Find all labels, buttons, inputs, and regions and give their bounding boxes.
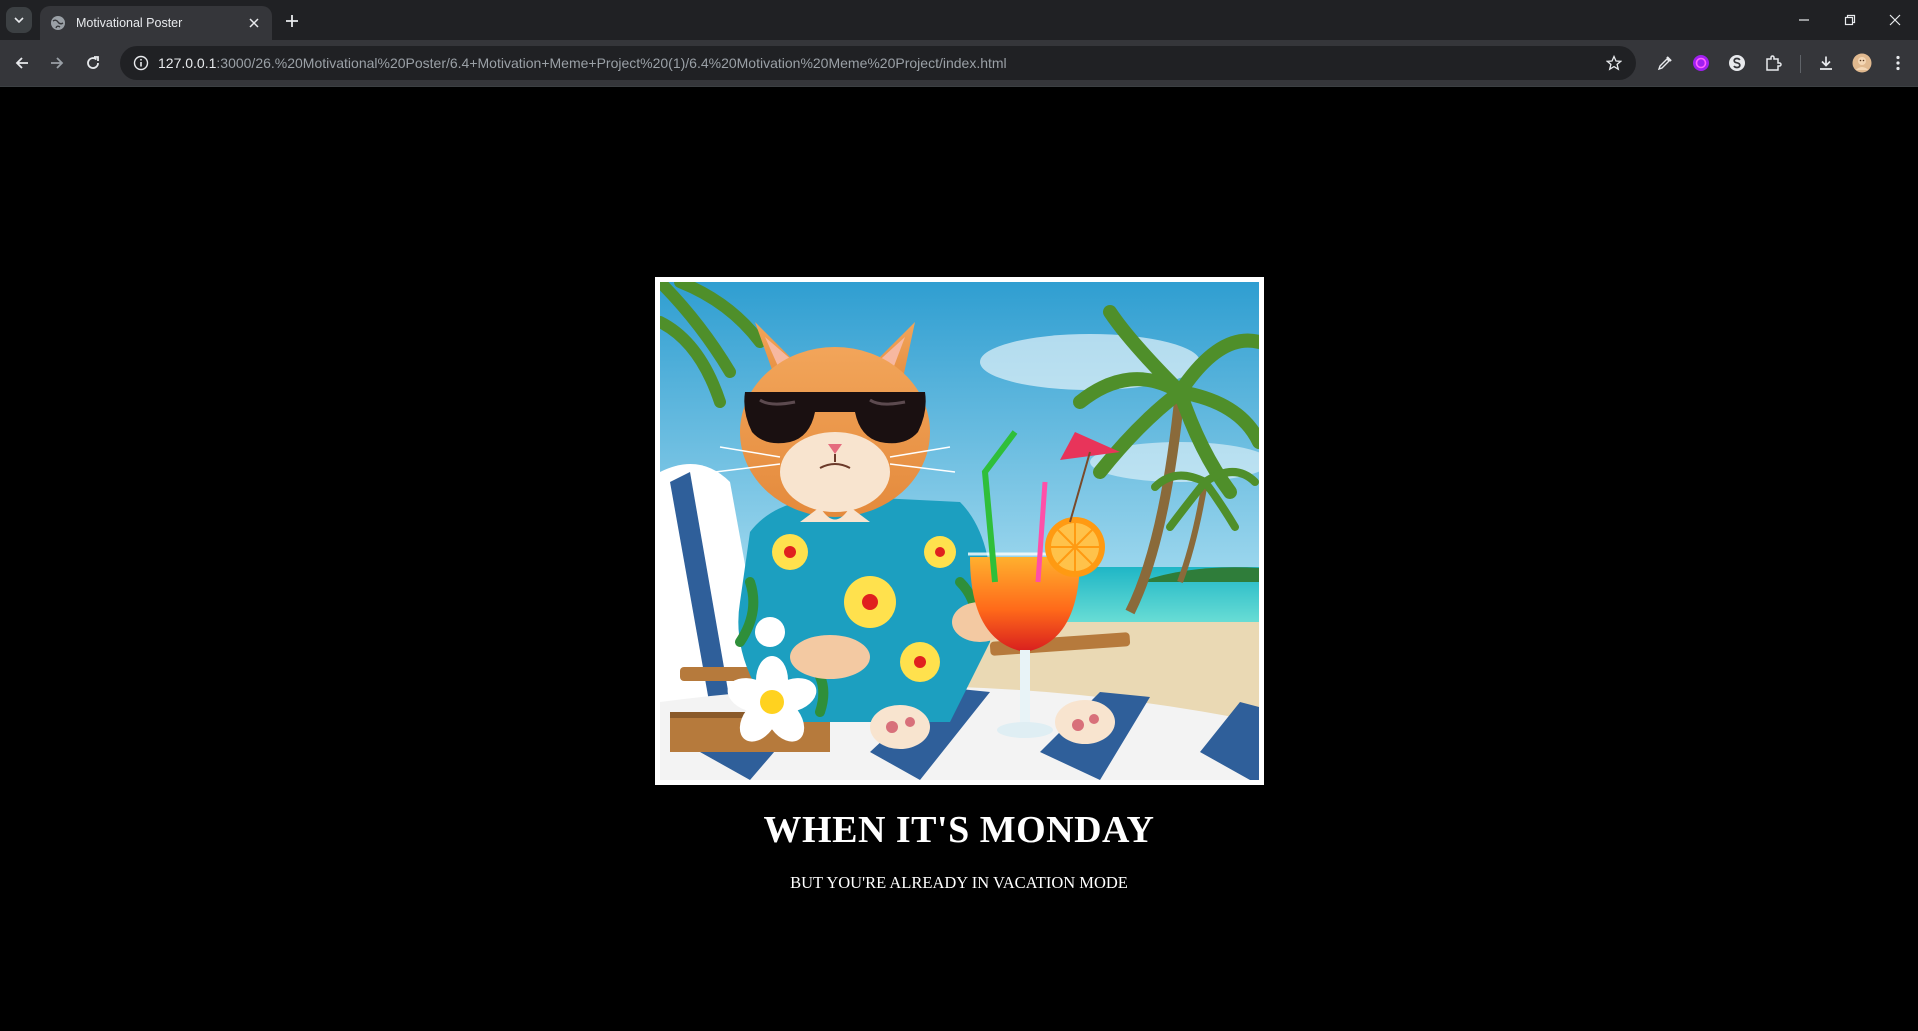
poster-subline: BUT YOU'RE ALREADY IN VACATION MODE — [790, 873, 1128, 892]
reload-button[interactable] — [78, 48, 108, 78]
url-text: 127.0.0.1:3000/26.%20Motivational%20Post… — [158, 55, 1600, 71]
back-arrow-icon — [15, 57, 28, 69]
s-extension-icon — [1729, 55, 1745, 71]
site-info-icon — [133, 55, 149, 71]
vacation-cat-image — [660, 282, 1259, 780]
download-icon — [1820, 56, 1832, 70]
puzzle-icon — [1766, 55, 1782, 71]
close-icon — [249, 18, 259, 28]
color-wheel-icon — [1693, 55, 1709, 71]
color-extension[interactable] — [1687, 49, 1715, 77]
url-host: 127.0.0.1 — [158, 55, 217, 71]
tab-active[interactable]: Motivational Poster — [40, 6, 272, 40]
extensions-button[interactable] — [1759, 49, 1787, 77]
star-icon — [1606, 55, 1622, 71]
profile-button[interactable] — [1848, 49, 1876, 77]
more-menu-button[interactable] — [1884, 49, 1912, 77]
window-close-icon — [1889, 14, 1901, 26]
tab-strip: Motivational Poster — [0, 0, 1918, 40]
tab-title: Motivational Poster — [76, 16, 183, 30]
forward-button[interactable] — [42, 48, 72, 78]
downloads-button[interactable] — [1812, 49, 1840, 77]
s-extension[interactable] — [1723, 49, 1751, 77]
toolbar-separator — [1800, 55, 1801, 73]
eyedropper-icon — [1657, 56, 1672, 71]
restore-button[interactable] — [1827, 0, 1873, 40]
site-info-button[interactable] — [130, 52, 152, 74]
tab-close-button[interactable] — [244, 13, 264, 33]
window-close-button[interactable] — [1872, 0, 1918, 40]
more-menu-icon — [1896, 55, 1900, 71]
minimize-button[interactable] — [1781, 0, 1827, 40]
plus-icon — [286, 15, 298, 27]
reload-icon — [87, 56, 99, 69]
globe-icon — [51, 16, 65, 30]
minimize-icon — [1799, 19, 1809, 21]
poster-image-frame — [655, 277, 1264, 785]
address-bar[interactable]: 127.0.0.1:3000/26.%20Motivational%20Post… — [120, 46, 1636, 80]
browser-toolbar: 127.0.0.1:3000/26.%20Motivational%20Post… — [0, 40, 1918, 87]
restore-icon — [1844, 14, 1856, 26]
eyedropper-extension[interactable] — [1651, 49, 1679, 77]
bookmark-button[interactable] — [1600, 49, 1628, 77]
profile-avatar — [1852, 53, 1872, 73]
url-path: :3000/26.%20Motivational%20Poster/6.4+Mo… — [216, 55, 1007, 71]
new-tab-button[interactable] — [280, 9, 304, 33]
tab-search-button[interactable] — [6, 7, 32, 33]
tab-search-icon — [14, 17, 24, 24]
forward-arrow-icon — [51, 57, 64, 69]
poster-headline: WHEN IT'S MONDAY — [763, 809, 1155, 851]
back-button[interactable] — [7, 48, 37, 78]
